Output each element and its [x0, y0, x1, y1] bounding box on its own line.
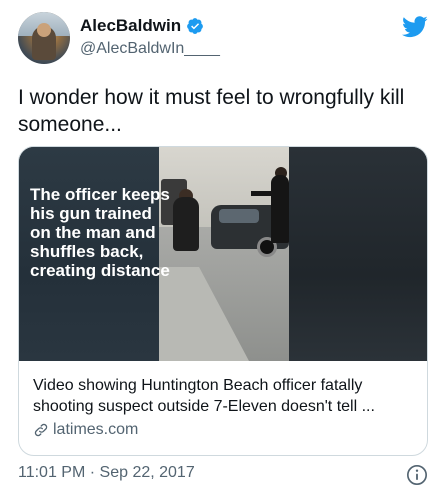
- video-frame: [159, 147, 289, 361]
- tweet: AlecBaldwin @AlecBaldwIn____ I wonder ho…: [0, 0, 446, 500]
- link-card[interactable]: The officer keeps his gun trained on the…: [18, 146, 428, 456]
- twitter-bird-icon[interactable]: [402, 16, 428, 38]
- info-icon[interactable]: [406, 464, 428, 486]
- tweet-date: Sep 22, 2017: [99, 464, 195, 481]
- card-image[interactable]: The officer keeps his gun trained on the…: [19, 147, 427, 361]
- tweet-text: I wonder how it must feel to wrongfully …: [18, 86, 405, 136]
- display-name[interactable]: AlecBaldwin: [80, 16, 181, 36]
- tweet-time: 11:01 PM: [18, 464, 86, 481]
- link-icon: [34, 423, 48, 437]
- meta-separator: ·: [89, 464, 96, 481]
- handle[interactable]: @AlecBaldwIn____: [80, 40, 220, 58]
- avatar[interactable]: [18, 12, 70, 64]
- card-domain[interactable]: latimes.com: [53, 421, 138, 439]
- card-title[interactable]: Video showing Huntington Beach officer f…: [33, 375, 419, 417]
- tweet-timestamp[interactable]: 11:01 PM · Sep 22, 2017: [18, 464, 195, 482]
- card-domain-row: latimes.com: [33, 421, 417, 439]
- tweet-header: AlecBaldwin @AlecBaldwIn____: [18, 12, 428, 68]
- card-body[interactable]: Video showing Huntington Beach officer f…: [19, 361, 427, 455]
- image-caption-overlay: The officer keeps his gun trained on the…: [30, 185, 170, 280]
- verified-badge-icon: [187, 18, 203, 34]
- name-row: AlecBaldwin: [80, 16, 204, 36]
